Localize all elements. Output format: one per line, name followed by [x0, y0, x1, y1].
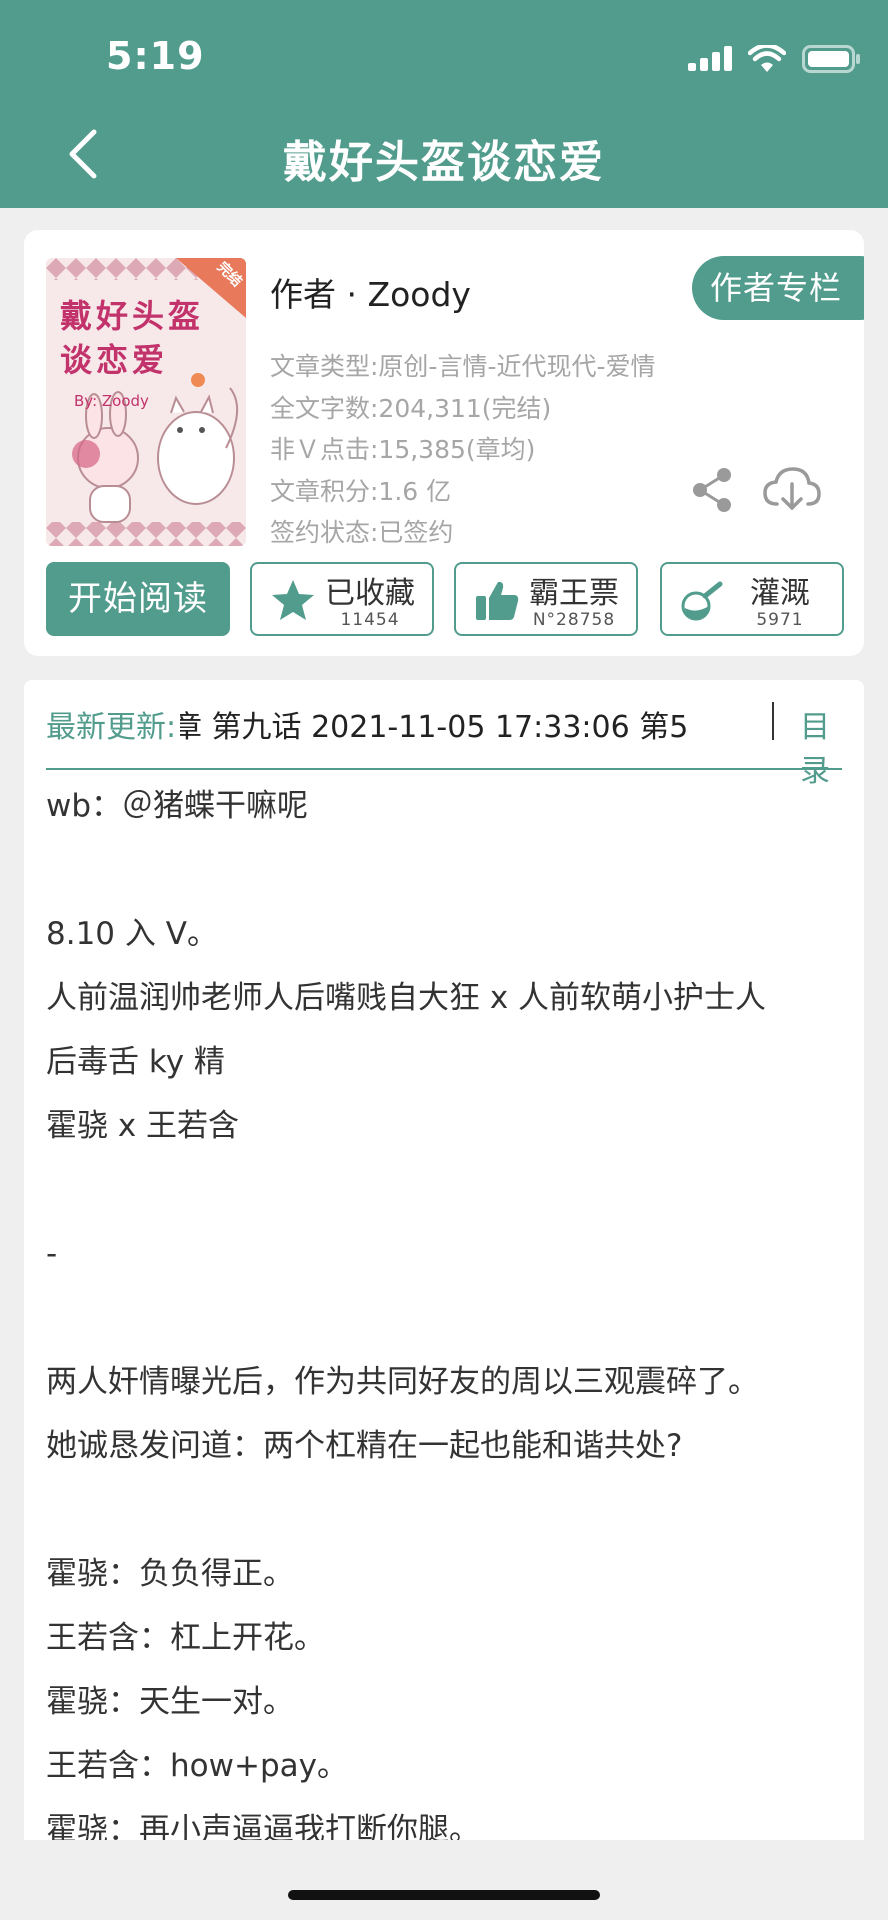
text-line: 王若含：how+pay。: [46, 1748, 348, 1784]
book-cover[interactable]: 完结 戴好头盔谈恋爱 By: Zoody: [46, 258, 246, 546]
nav-bar: 5:19 戴好头盔谈恋爱: [0, 0, 888, 208]
book-info-card: 完结 戴好头盔谈恋爱 By: Zoody 作者 · Zoody 作者专栏 文章类…: [24, 230, 864, 656]
text-line: 两人奸情曝光后，作为共同好友的周以三观震碎了。: [46, 1364, 759, 1400]
author-name[interactable]: 作者 · Zoody: [270, 268, 471, 316]
collect-label: 已收藏: [325, 576, 415, 611]
meta-word-count: 全文字数:204,311(完结): [270, 393, 552, 423]
text-line: [46, 1478, 864, 1542]
irrigate-label: 灌溉: [750, 576, 810, 611]
latest-update-marquee[interactable]: 章 第九话 2021-11-05 17:33:06 第5: [180, 698, 710, 742]
book-meta: 文章类型:原创-言情-近代现代-爱情 全文字数:204,311(完结) 非Ｖ点击…: [270, 346, 656, 554]
text-line: 人前温润帅老师人后嘴贱自大狂 x 人前软萌小护士人: [46, 980, 767, 1016]
latest-update-text: 章 第九话 2021-11-05 17:33:06 第5: [180, 710, 689, 742]
content-card: 最新更新: 章 第九话 2021-11-05 17:33:06 第5 目录 wb…: [24, 680, 864, 1840]
latest-update-bar: 最新更新: 章 第九话 2021-11-05 17:33:06 第5 目录: [46, 680, 842, 789]
text-line: 霍骁：负负得正。: [46, 1556, 294, 1592]
collect-button[interactable]: 已收藏 11454: [250, 562, 434, 636]
cloud-download-icon: [763, 467, 821, 510]
start-reading-button[interactable]: 开始阅读: [46, 562, 230, 636]
meta-sign-status: 签约状态:已签约: [270, 518, 454, 547]
irrigate-button[interactable]: 灌溉 5971: [660, 562, 844, 636]
text-line: 霍骁：再小声逼逼我打断你腿。: [46, 1812, 480, 1840]
home-indicator[interactable]: [288, 1890, 600, 1900]
latest-update-label: 最新更新:: [46, 710, 177, 745]
text-line: [46, 838, 864, 902]
page-title: 戴好头盔谈恋爱: [283, 137, 605, 188]
cover-byline: By: Zoody: [74, 392, 149, 410]
divider: [772, 702, 774, 740]
book-description: wb：＠猪蝶干嘛呢 8.10 入 V。 人前温润帅老师人后嘴贱自大狂 x 人前软…: [46, 774, 864, 1840]
irrigate-count: 5971: [756, 610, 804, 630]
text-line: [46, 1158, 864, 1222]
text-line: 王若含：杠上开花。: [46, 1620, 325, 1656]
text-line: 8.10 入 V。: [46, 916, 218, 952]
status-time: 5:19: [106, 34, 205, 78]
text-line: [46, 1286, 864, 1350]
signal-icon: [688, 46, 732, 71]
text-line: 霍骁：天生一对。: [46, 1684, 294, 1720]
meta-genre: 文章类型:原创-言情-近代现代-爱情: [270, 352, 656, 381]
bawangpiao-label: 霸王票: [529, 576, 619, 611]
text-line: -: [46, 1236, 58, 1272]
text-line: wb：＠猪蝶干嘛呢: [46, 788, 309, 824]
share-button[interactable]: [690, 466, 734, 514]
share-icon: [693, 468, 731, 512]
star-icon: [272, 580, 314, 620]
text-line: 霍骁 x 王若含: [46, 1108, 240, 1144]
meta-clicks: 非Ｖ点击:15,385(章均): [270, 435, 536, 464]
thumbs-up-icon: [476, 581, 519, 620]
download-button[interactable]: [762, 464, 822, 514]
author-column-button[interactable]: 作者专栏: [692, 256, 864, 320]
cover-title: 戴好头盔谈恋爱: [60, 297, 205, 379]
text-line: 后毒舌 ky 精: [46, 1044, 225, 1080]
collect-count: 11454: [340, 610, 400, 630]
nutrient-bottle-icon: [681, 581, 723, 621]
text-line: 她诚恳发问道：两个杠精在一起也能和谐共处?: [46, 1428, 683, 1464]
meta-score: 文章积分:1.6 亿: [270, 476, 452, 506]
wifi-icon: [748, 45, 786, 72]
bawangpiao-button[interactable]: 霸王票 N°28758: [454, 562, 638, 636]
status-icons: [688, 44, 862, 74]
bawangpiao-count: N°28758: [532, 610, 616, 630]
battery-icon: [802, 45, 860, 73]
